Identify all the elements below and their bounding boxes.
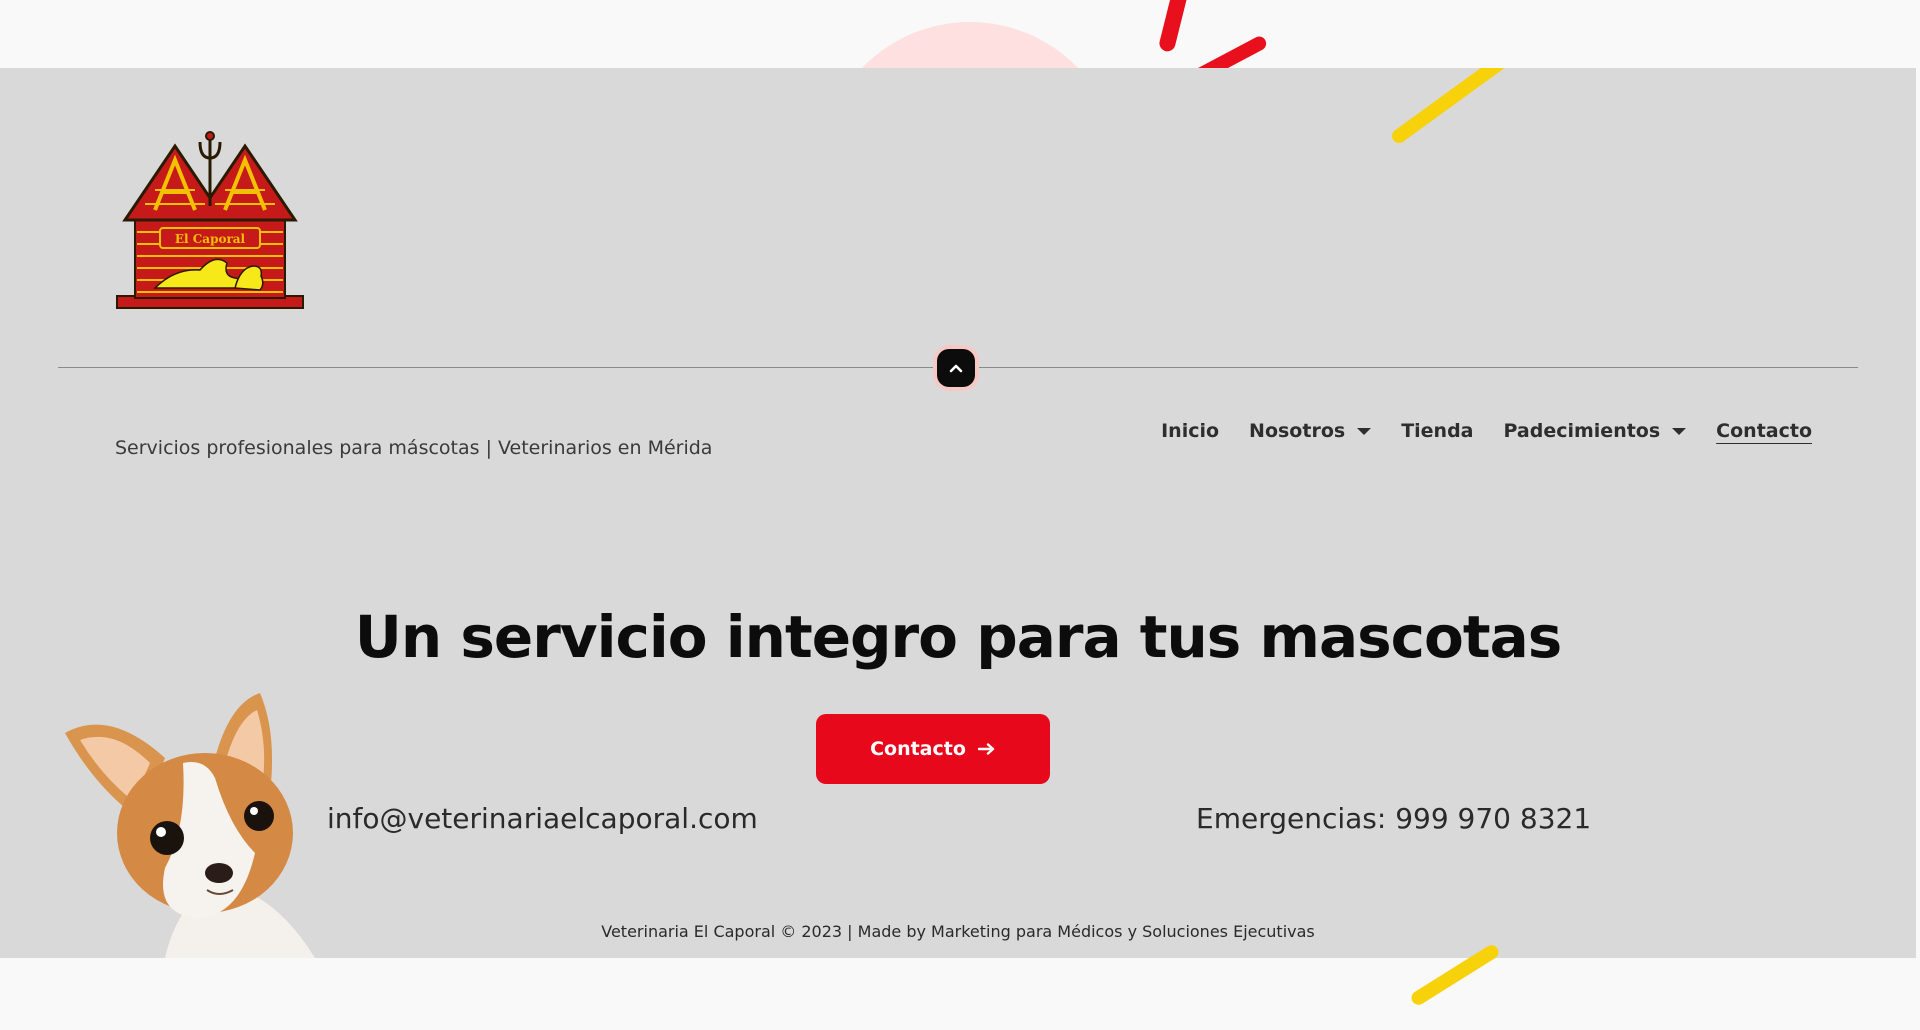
chevron-up-icon [949,364,963,373]
page: El Caporal Servicios profesionales para … [0,0,1920,1030]
svg-text:El Caporal: El Caporal [175,232,246,246]
logo-house-icon: El Caporal [116,131,304,309]
contact-button-label: Contacto [870,738,966,760]
chihuahua-image [55,688,345,958]
footer-headline: Un servicio integro para tus mascotas [354,603,1562,671]
nav-item-nosotros[interactable]: Nosotros [1249,420,1372,442]
emergency-phone[interactable]: Emergencias: 999 970 8321 [1196,802,1591,835]
decorative-yellow-stroke [1389,68,1511,146]
caret-down-icon [1672,427,1687,435]
nav-item-tienda[interactable]: Tienda [1401,420,1473,442]
nav-item-label: Inicio [1161,420,1220,442]
site-tagline: Servicios profesionales para máscotas | … [115,437,713,459]
scroll-to-top-button[interactable] [937,349,975,387]
arrow-right-icon [977,743,995,755]
site-logo[interactable]: El Caporal [115,128,305,313]
nav-item-label: Contacto [1716,420,1812,442]
nav-item-label: Nosotros [1249,420,1346,442]
nav-item-padecimientos[interactable]: Padecimientos [1504,420,1687,442]
contact-email[interactable]: info@veterinariaelcaporal.com [327,802,758,835]
caret-down-icon [1357,427,1372,435]
copyright-text: Veterinaria El Caporal © 2023 | Made by … [601,922,1315,941]
footer-section: El Caporal Servicios profesionales para … [0,68,1916,958]
decorative-red-stroke [1157,0,1189,54]
nav-item-label: Tienda [1401,420,1474,442]
nav-item-label: Padecimientos [1503,420,1661,442]
footer-nav: Inicio Nosotros Tienda Padecimientos Con… [1161,420,1812,442]
contact-button[interactable]: Contacto [816,714,1050,784]
nav-item-inicio[interactable]: Inicio [1161,420,1219,442]
nav-item-contacto[interactable]: Contacto [1716,420,1812,442]
